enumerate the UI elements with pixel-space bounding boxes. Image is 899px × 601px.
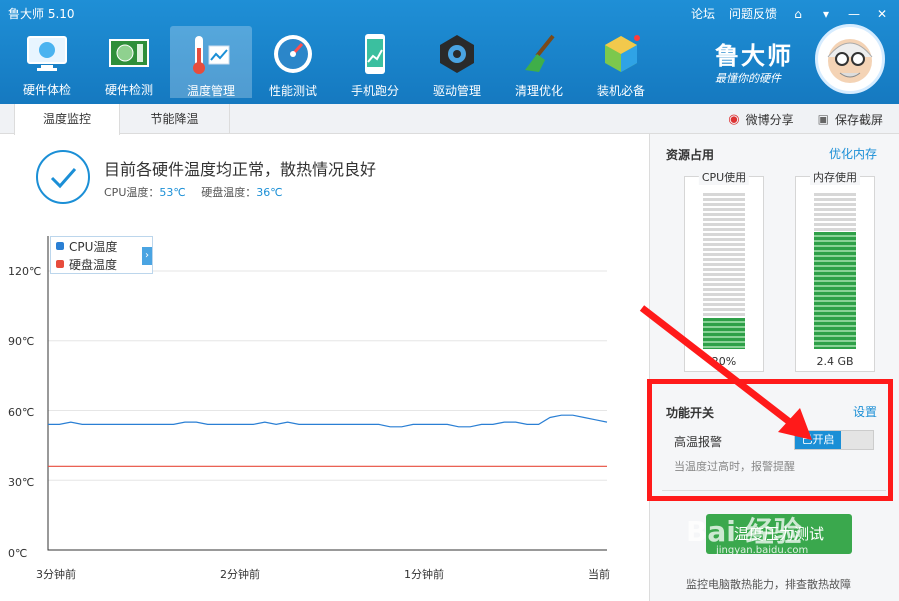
cpu-usage-label: CPU使用	[698, 169, 750, 185]
baidu-watermark: Bai 经验	[686, 515, 802, 548]
thermometer-icon	[188, 32, 234, 76]
cpu-usage-meter: CPU使用 20%	[684, 169, 764, 372]
tab-bar: 温度监控 节能降温 ◉ 微博分享 ▣ 保存截屏	[0, 104, 899, 135]
tool-temperature[interactable]: 温度管理	[170, 26, 252, 98]
y-tick-label: 0℃	[8, 547, 28, 560]
speedometer-icon	[270, 32, 316, 76]
weibo-share-label: 微博分享	[745, 112, 794, 127]
close-icon[interactable]: ✕	[875, 7, 889, 21]
x-tick-label: 2分钟前	[220, 568, 260, 581]
weibo-share-button[interactable]: ◉ 微博分享	[728, 111, 793, 128]
tool-label: 清理优化	[514, 84, 563, 98]
app-title: 鲁大师 5.10	[8, 7, 75, 21]
menu-dropdown-icon[interactable]: ▾	[819, 7, 833, 21]
gear-box-icon	[434, 32, 480, 76]
tool-hardware-check[interactable]: 硬件体检	[6, 26, 88, 98]
tool-label: 手机跑分	[350, 84, 399, 98]
save-screenshot-label: 保存截屏	[834, 112, 883, 127]
x-tick-label: 1分钟前	[404, 568, 444, 581]
x-tick-label: 当前	[588, 568, 610, 581]
broom-icon	[516, 32, 562, 76]
tab-actions: ◉ 微博分享 ▣ 保存截屏	[728, 104, 883, 134]
save-screenshot-button[interactable]: ▣ 保存截屏	[818, 111, 883, 128]
tool-label: 装机必备	[596, 84, 645, 98]
tool-label: 硬件检测	[104, 83, 153, 97]
tool-label: 硬件体检	[22, 83, 71, 97]
cpu-usage-fill	[703, 317, 745, 349]
tool-driver[interactable]: 驱动管理	[416, 26, 498, 98]
tool-cleanup[interactable]: 清理优化	[498, 26, 580, 98]
monitor-check-icon	[24, 32, 70, 75]
stress-test-description: 监控电脑散热能力，排查散热故障	[686, 578, 851, 591]
chart-axes	[47, 236, 607, 551]
circuit-board-icon	[106, 32, 152, 75]
tool-essentials[interactable]: 装机必备	[580, 26, 662, 98]
memory-usage-fill	[814, 232, 856, 349]
brand: 鲁大师 最懂你的硬件	[715, 24, 885, 98]
memory-usage-label: 内存使用	[810, 169, 860, 185]
tool-nav: 硬件体检 硬件检测 温度管理 性能测试 手机跑分 驱动管理 清理优化 装机必备	[6, 26, 662, 98]
tool-label: 性能测试	[268, 84, 317, 98]
camera-icon: ▣	[817, 112, 829, 126]
top-links: 论坛 问题反馈 ⌂ ▾ — ✕	[691, 5, 889, 22]
status-title: 目前各硬件温度均正常，散热情况良好	[104, 160, 377, 179]
forum-link[interactable]: 论坛	[691, 5, 715, 22]
skin-icon[interactable]: ⌂	[791, 7, 805, 21]
baidu-watermark-url: jingyan.baidu.com	[716, 545, 809, 556]
y-tick-label: 60℃	[8, 406, 35, 419]
tool-hardware-detect[interactable]: 硬件检测	[88, 26, 170, 98]
memory-usage-meter: 内存使用 2.4 GB	[795, 169, 875, 372]
legend-label: 硬盘温度	[69, 257, 118, 272]
weibo-icon: ◉	[728, 111, 740, 127]
legend-swatch	[56, 260, 64, 268]
y-tick-label: 120℃	[8, 265, 42, 278]
y-tick-label: 90℃	[8, 335, 35, 348]
package-cube-icon	[598, 32, 644, 76]
cpu-temp-series-line	[48, 414, 608, 428]
legend-swatch	[56, 242, 64, 250]
annotation-highlight-box	[647, 379, 893, 501]
optimize-memory-link[interactable]: 优化内存	[829, 145, 877, 162]
tool-phone-benchmark[interactable]: 手机跑分	[334, 26, 416, 98]
chart-legend: CPU温度 硬盘温度 ›	[50, 236, 153, 274]
phone-icon	[352, 32, 398, 76]
resources-title: 资源占用	[666, 148, 715, 162]
cpu-usage-value: 20%	[711, 355, 737, 368]
tool-label: 温度管理	[186, 84, 235, 98]
legend-collapse-arrow-icon[interactable]: ›	[142, 247, 152, 265]
cpu-usage-track	[703, 193, 745, 349]
tool-label: 驱动管理	[432, 84, 481, 98]
y-tick-label: 30℃	[8, 476, 35, 489]
memory-usage-track	[814, 193, 856, 349]
brand-slogan: 最懂你的硬件	[715, 72, 781, 85]
legend-label: CPU温度	[69, 239, 118, 254]
x-tick-label: 3分钟前	[36, 568, 76, 581]
memory-usage-value: 2.4 GB	[816, 355, 854, 368]
feedback-link[interactable]: 问题反馈	[729, 5, 777, 22]
legend-item-disk: 硬盘温度	[51, 255, 152, 273]
tool-performance[interactable]: 性能测试	[252, 26, 334, 98]
legend-item-cpu: CPU温度	[51, 237, 152, 255]
brand-name: 鲁大师	[715, 42, 793, 70]
tab-temperature-monitor[interactable]: 温度监控	[14, 104, 120, 135]
top-toolbar: 鲁大师 5.10 论坛 问题反馈 ⌂ ▾ — ✕ 硬件体检 硬件检测 温度管理	[0, 0, 899, 104]
tab-energy-saving[interactable]: 节能降温	[120, 104, 230, 134]
minimize-icon[interactable]: —	[847, 7, 861, 21]
mascot-avatar[interactable]	[815, 24, 885, 94]
